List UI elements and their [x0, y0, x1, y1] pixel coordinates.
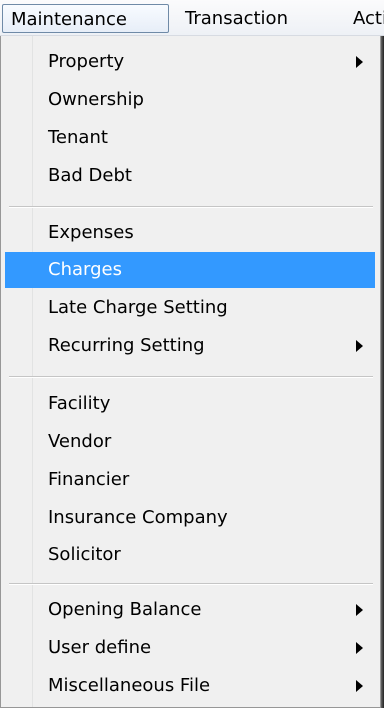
submenu-arrow-icon [356, 642, 363, 654]
menu-item-tenant[interactable]: Tenant [5, 120, 375, 156]
menu-item-label: Tenant [48, 127, 108, 148]
menu-item-charges[interactable]: Charges [5, 252, 375, 288]
menu-item-property[interactable]: Property [5, 44, 375, 80]
menu-item-solicitor[interactable]: Solicitor [5, 537, 375, 573]
menu-item-label: Solicitor [48, 544, 121, 565]
menubar-activity[interactable]: Activ [345, 4, 384, 33]
menu-item-label: Financier [48, 469, 130, 490]
menu-item-bad-debt[interactable]: Bad Debt [5, 158, 375, 194]
menu-item-miscellaneous-file[interactable]: Miscellaneous File [5, 668, 375, 704]
submenu-arrow-icon [356, 604, 363, 616]
submenu-arrow-icon [356, 680, 363, 692]
submenu-arrow-icon [356, 340, 363, 352]
menu-item-label: Facility [48, 393, 111, 414]
menu-item-label: Opening Balance [48, 599, 202, 620]
menu-item-label: Late Charge Setting [48, 297, 228, 318]
menu-item-ownership[interactable]: Ownership [5, 82, 375, 118]
menu-item-financier[interactable]: Financier [5, 462, 375, 498]
menu-item-label: Ownership [48, 89, 144, 110]
menu-item-late-charge-setting[interactable]: Late Charge Setting [5, 290, 375, 326]
menu-item-opening-balance[interactable]: Opening Balance [5, 592, 375, 628]
menu-separator [9, 583, 373, 585]
menubar-transaction[interactable]: Transaction [177, 4, 296, 33]
menu-item-user-define[interactable]: User define [5, 630, 375, 666]
menu-item-label: Charges [48, 259, 122, 280]
menu-item-facility[interactable]: Facility [5, 386, 375, 422]
menu-item-insurance-company[interactable]: Insurance Company [5, 500, 375, 536]
submenu-arrow-icon [356, 56, 363, 68]
menu-item-label: Expenses [48, 222, 134, 243]
menu-item-label: Vendor [48, 431, 112, 452]
menu-item-label: Miscellaneous File [48, 675, 211, 696]
menu-item-label: Bad Debt [48, 165, 132, 186]
menu-bar: Maintenance Transaction Activ [0, 0, 384, 36]
menu-item-label: Property [48, 51, 125, 72]
menu-separator [9, 376, 373, 378]
menu-separator [9, 206, 373, 208]
menubar-maintenance[interactable]: Maintenance [2, 4, 169, 33]
menu-item-label: Recurring Setting [48, 335, 205, 356]
menu-item-vendor[interactable]: Vendor [5, 424, 375, 460]
menu-item-expenses[interactable]: Expenses [5, 215, 375, 251]
menu-item-label: Insurance Company [48, 507, 228, 528]
maintenance-dropdown-menu: Property Ownership Tenant Bad Debt Expen… [0, 36, 381, 708]
menu-item-recurring-setting[interactable]: Recurring Setting [5, 328, 375, 364]
menu-item-label: User define [48, 637, 152, 658]
